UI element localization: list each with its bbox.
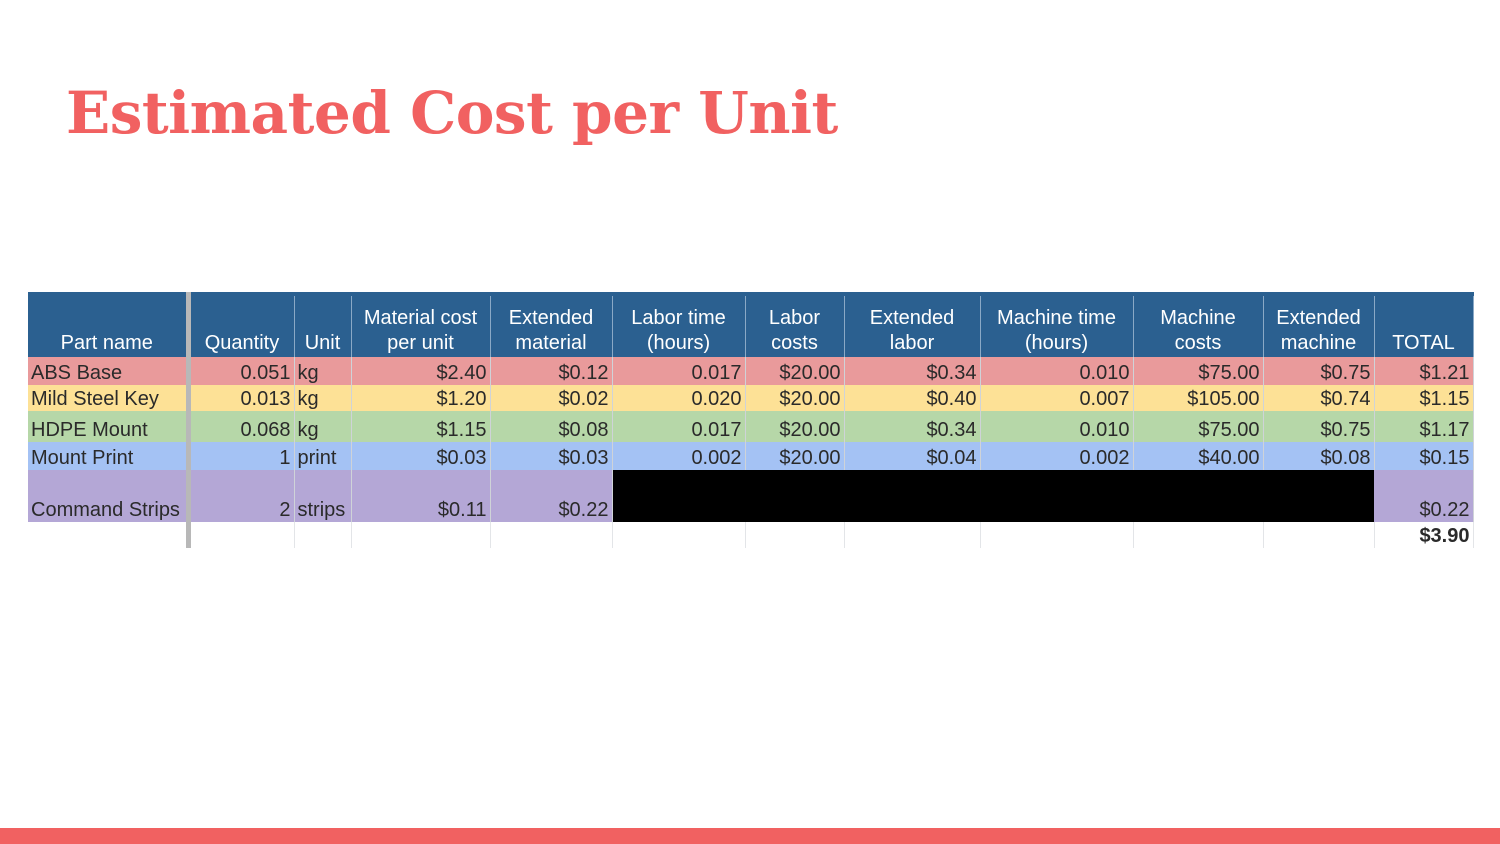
cell-total: $1.15 [1374,385,1474,411]
cell-extended-machine: $0.08 [1263,442,1375,470]
cell-machine-time: 0.007 [980,385,1134,411]
cell-unit: strips [294,470,352,522]
cell-extended-labor: $0.04 [844,442,981,470]
page-title: Estimated Cost per Unit [66,79,838,147]
cell-unit: kg [294,357,352,385]
cell-machine-time: 0.002 [980,442,1134,470]
cell-extended-material: $0.03 [490,442,613,470]
header-extended-labor: Extended labor [844,292,981,357]
header-extended-material: Extended material [490,292,613,357]
header-quantity: Quantity [188,292,295,357]
cell-material-cost: $2.40 [351,357,491,385]
cell-quantity: 1 [188,442,295,470]
empty-cell [28,522,191,548]
cell-extended-material: $0.12 [490,357,613,385]
empty-cell [1263,522,1375,548]
header-labor-time: Labor time (hours) [612,292,746,357]
cell-quantity: 0.013 [188,385,295,411]
cell-extended-labor: $0.40 [844,385,981,411]
cell-extended-material: $0.02 [490,385,613,411]
cell-material-cost: $1.20 [351,385,491,411]
empty-cell [188,522,295,548]
cell-machine-time: 0.010 [980,357,1134,385]
cell-unit: print [294,442,352,470]
cost-table: Part name Quantity Unit Material cost pe… [28,292,1474,548]
cell-labor-time: 0.017 [612,411,746,442]
cell-material-cost: $0.03 [351,442,491,470]
cell-quantity: 0.068 [188,411,295,442]
cell-extended-machine: $0.75 [1263,357,1375,385]
header-total: TOTAL [1374,292,1474,357]
header-labor-costs: Labor costs [745,292,845,357]
cell-quantity: 0.051 [188,357,295,385]
cell-unit: kg [294,385,352,411]
cell-extended-material: $0.22 [490,470,613,522]
cell-quantity: 2 [188,470,295,522]
cell-extended-material: $0.08 [490,411,613,442]
cell-unit: kg [294,411,352,442]
cell-total: $1.21 [1374,357,1474,385]
header-material-cost: Material cost per unit [351,292,491,357]
cell-total: $1.17 [1374,411,1474,442]
cell-labor-time: 0.002 [612,442,746,470]
empty-cell [980,522,1134,548]
table-row: Mild Steel Key 0.013 kg $1.20 $0.02 0.02… [28,385,1474,411]
cell-total: $0.15 [1374,442,1474,470]
cell-labor-costs: $20.00 [745,357,845,385]
empty-cell [1133,522,1264,548]
table-row: Mount Print 1 print $0.03 $0.03 0.002 $2… [28,442,1474,470]
cell-part-name: Command Strips [28,470,191,522]
header-extended-machine: Extended machine [1263,292,1375,357]
empty-cell [294,522,352,548]
cell-labor-costs: $20.00 [745,385,845,411]
cell-machine-costs: $105.00 [1133,385,1264,411]
cell-material-cost: $0.11 [351,470,491,522]
cell-extended-labor: $0.34 [844,357,981,385]
cell-machine-time: 0.010 [980,411,1134,442]
header-machine-costs: Machine costs [1133,292,1264,357]
header-unit: Unit [294,292,352,357]
cell-extended-labor: $0.34 [844,411,981,442]
cell-machine-costs: $75.00 [1133,357,1264,385]
cell-labor-costs: $20.00 [745,442,845,470]
cell-labor-time: 0.020 [612,385,746,411]
header-row: Part name Quantity Unit Material cost pe… [28,292,1474,357]
grand-total: $3.90 [1374,522,1474,548]
empty-cell [844,522,981,548]
table-row: HDPE Mount 0.068 kg $1.15 $0.08 0.017 $2… [28,411,1474,442]
cell-machine-costs: $40.00 [1133,442,1264,470]
table-row: ABS Base 0.051 kg $2.40 $0.12 0.017 $20.… [28,357,1474,385]
header-part-name: Part name [28,292,191,357]
empty-cell [612,522,746,548]
cell-machine-costs: $75.00 [1133,411,1264,442]
cell-labor-time: 0.017 [612,357,746,385]
cell-extended-machine: $0.75 [1263,411,1375,442]
cell-total: $0.22 [1374,470,1474,522]
footer-accent-bar [0,828,1500,844]
empty-cell [351,522,491,548]
empty-cell [490,522,613,548]
header-machine-time: Machine time (hours) [980,292,1134,357]
cell-part-name: HDPE Mount [28,411,191,442]
table-row: Command Strips 2 strips $0.11 $0.22 $0.2… [28,470,1474,522]
cell-part-name: Mild Steel Key [28,385,191,411]
cell-labor-costs: $20.00 [745,411,845,442]
grand-total-row: $3.90 [28,522,1474,548]
cell-material-cost: $1.15 [351,411,491,442]
cell-part-name: ABS Base [28,357,191,385]
cell-part-name: Mount Print [28,442,191,470]
redacted-block [612,470,1374,522]
cell-extended-machine: $0.74 [1263,385,1375,411]
empty-cell [745,522,845,548]
